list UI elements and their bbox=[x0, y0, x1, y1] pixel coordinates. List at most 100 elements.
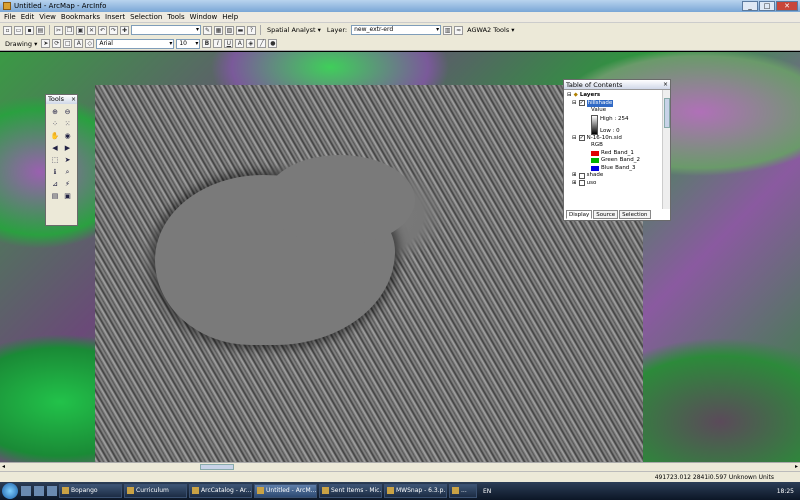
layer-visibility-checkbox[interactable]: ✓ bbox=[578, 100, 585, 107]
bold-button[interactable]: B bbox=[202, 39, 212, 48]
select-elements-icon[interactable]: ➤ bbox=[41, 39, 51, 48]
measure-icon[interactable]: ⊿ bbox=[50, 179, 60, 189]
expand-icon[interactable]: ⊞ bbox=[572, 180, 577, 188]
agwa2-tools-menu[interactable]: AGWA2 Tools ▾ bbox=[465, 26, 516, 34]
paste-icon[interactable]: ▣ bbox=[76, 25, 85, 35]
menu-tools[interactable]: Tools bbox=[167, 13, 184, 21]
select-element-icon[interactable]: ➤ bbox=[63, 155, 73, 165]
arctoolbox-icon[interactable]: ▧ bbox=[225, 25, 234, 35]
marker-color-icon[interactable]: ● bbox=[268, 39, 278, 48]
taskbar-item[interactable]: Bopango bbox=[59, 484, 122, 498]
scroll-right-arrow[interactable]: ▸ bbox=[793, 463, 800, 471]
whats-this-icon[interactable]: ? bbox=[247, 25, 256, 35]
tab-source[interactable]: Source bbox=[593, 210, 619, 219]
menu-view[interactable]: View bbox=[39, 13, 56, 21]
map-tips-icon[interactable]: ▤ bbox=[50, 191, 60, 201]
scroll-left-arrow[interactable]: ◂ bbox=[0, 463, 7, 471]
menu-edit[interactable]: Edit bbox=[21, 13, 35, 21]
quicklaunch-icon[interactable] bbox=[34, 486, 44, 496]
underline-button[interactable]: U bbox=[224, 39, 234, 48]
open-folder-icon[interactable]: ▭ bbox=[14, 25, 23, 35]
identify-icon[interactable]: ℹ bbox=[50, 167, 60, 177]
start-button[interactable] bbox=[2, 483, 18, 499]
language-indicator[interactable]: EN bbox=[483, 488, 491, 495]
tools-close-button[interactable]: × bbox=[71, 95, 76, 104]
copy-icon[interactable]: ❐ bbox=[65, 25, 74, 35]
zoom-in-icon[interactable]: ⊕ bbox=[50, 107, 60, 117]
menu-selection[interactable]: Selection bbox=[130, 13, 162, 21]
select-features-icon[interactable]: ⬚ bbox=[50, 155, 60, 165]
spatial-analyst-menu[interactable]: Spatial Analyst ▾ bbox=[265, 26, 323, 34]
map-horizontal-scrollbar[interactable]: ◂ ▸ bbox=[0, 462, 800, 471]
viewer-icon[interactable]: ▣ bbox=[63, 191, 73, 201]
arccatalog-icon[interactable]: ▦ bbox=[214, 25, 223, 35]
menu-file[interactable]: File bbox=[4, 13, 16, 21]
collapse-icon[interactable]: ⊟ bbox=[567, 92, 572, 100]
hydrology-icon[interactable]: ≈ bbox=[454, 25, 464, 35]
toc-layer-uso[interactable]: ⊞ uso bbox=[567, 180, 659, 188]
undo-icon[interactable]: ↶ bbox=[98, 25, 107, 35]
add-data-icon[interactable]: ✚ bbox=[120, 25, 129, 35]
new-text-icon[interactable]: A bbox=[74, 39, 84, 48]
quicklaunch-icon[interactable] bbox=[47, 486, 57, 496]
maximize-button[interactable]: □ bbox=[759, 1, 775, 11]
find-icon[interactable]: ⌕ bbox=[63, 167, 73, 177]
new-file-icon[interactable]: ▫ bbox=[3, 25, 12, 35]
collapse-icon[interactable]: ⊟ bbox=[572, 100, 577, 108]
map-scale-combo[interactable] bbox=[131, 25, 201, 35]
toc-close-button[interactable]: × bbox=[663, 80, 668, 90]
minimize-button[interactable]: _ bbox=[742, 1, 758, 11]
toc-layer-hillshade[interactable]: ⊟ ✓ hillshade bbox=[567, 99, 659, 108]
save-icon[interactable]: ▪ bbox=[25, 25, 34, 35]
hyperlink-icon[interactable]: ⚡ bbox=[63, 179, 73, 189]
zoom-out-icon[interactable]: ⊖ bbox=[63, 107, 73, 117]
histogram-icon[interactable]: ▥ bbox=[443, 25, 453, 35]
layer-visibility-checkbox[interactable] bbox=[578, 180, 585, 187]
taskbar-item-active[interactable]: Untitled - ArcM... bbox=[254, 484, 317, 498]
menu-insert[interactable]: Insert bbox=[105, 13, 125, 21]
redo-icon[interactable]: ↷ bbox=[109, 25, 118, 35]
print-icon[interactable]: ▤ bbox=[36, 25, 45, 35]
layer-visibility-checkbox[interactable]: ✓ bbox=[578, 135, 585, 142]
back-extent-icon[interactable]: ◀ bbox=[50, 143, 60, 153]
layers-root[interactable]: ⊟ ◆ Layers bbox=[567, 92, 659, 100]
menu-bookmarks[interactable]: Bookmarks bbox=[61, 13, 100, 21]
font-color-icon[interactable]: A bbox=[235, 39, 245, 48]
menu-window[interactable]: Window bbox=[190, 13, 218, 21]
menu-help[interactable]: Help bbox=[222, 13, 238, 21]
collapse-icon[interactable]: ⊟ bbox=[572, 135, 577, 143]
full-extent-icon[interactable]: ◉ bbox=[63, 131, 73, 141]
quicklaunch-icon[interactable] bbox=[21, 486, 31, 496]
tab-display[interactable]: Display bbox=[566, 210, 593, 219]
layer-visibility-checkbox[interactable] bbox=[578, 172, 585, 179]
italic-button[interactable]: I bbox=[213, 39, 223, 48]
line-color-icon[interactable]: ╱ bbox=[257, 39, 267, 48]
taskbar-item[interactable]: ... bbox=[449, 484, 477, 498]
close-button[interactable]: ✕ bbox=[776, 1, 798, 11]
pan-icon[interactable]: ✋ bbox=[50, 131, 60, 141]
font-name-combo[interactable]: Arial bbox=[96, 38, 175, 49]
clock[interactable]: 18:25 bbox=[777, 488, 794, 495]
toc-scrollbar[interactable] bbox=[662, 90, 670, 209]
cut-icon[interactable]: ✂ bbox=[54, 25, 63, 35]
drawing-menu[interactable]: Drawing ▾ bbox=[3, 40, 39, 48]
tab-selection[interactable]: Selection bbox=[619, 210, 651, 219]
delete-icon[interactable]: ✕ bbox=[87, 25, 96, 35]
edit-vertices-icon[interactable]: ◇ bbox=[85, 39, 95, 48]
fixed-zoom-out-icon[interactable]: ⁙ bbox=[63, 119, 73, 129]
taskbar-item[interactable]: MWSnap - 6.3.p... bbox=[384, 484, 447, 498]
forward-extent-icon[interactable]: ▶ bbox=[63, 143, 73, 153]
map-display[interactable] bbox=[0, 52, 800, 462]
layer-select[interactable]: new_extr-erd bbox=[351, 25, 442, 35]
font-size-combo[interactable]: 10 bbox=[176, 38, 201, 49]
taskbar-item[interactable]: Curriculum bbox=[124, 484, 187, 498]
rotate-icon[interactable]: ⟳ bbox=[52, 39, 62, 48]
taskbar-item[interactable]: Sent Items - Mic... bbox=[319, 484, 382, 498]
fill-color-icon[interactable]: ◈ bbox=[246, 39, 256, 48]
command-line-icon[interactable]: ▬ bbox=[236, 25, 245, 35]
toc-layer-shade[interactable]: ⊞ shade bbox=[567, 172, 659, 180]
toc-layer-sid[interactable]: ⊟ ✓ N-16-10n.sid bbox=[567, 135, 659, 143]
scroll-thumb[interactable] bbox=[200, 464, 234, 470]
expand-icon[interactable]: ⊞ bbox=[572, 172, 577, 180]
editor-toolbar-icon[interactable]: ✎ bbox=[203, 25, 212, 35]
